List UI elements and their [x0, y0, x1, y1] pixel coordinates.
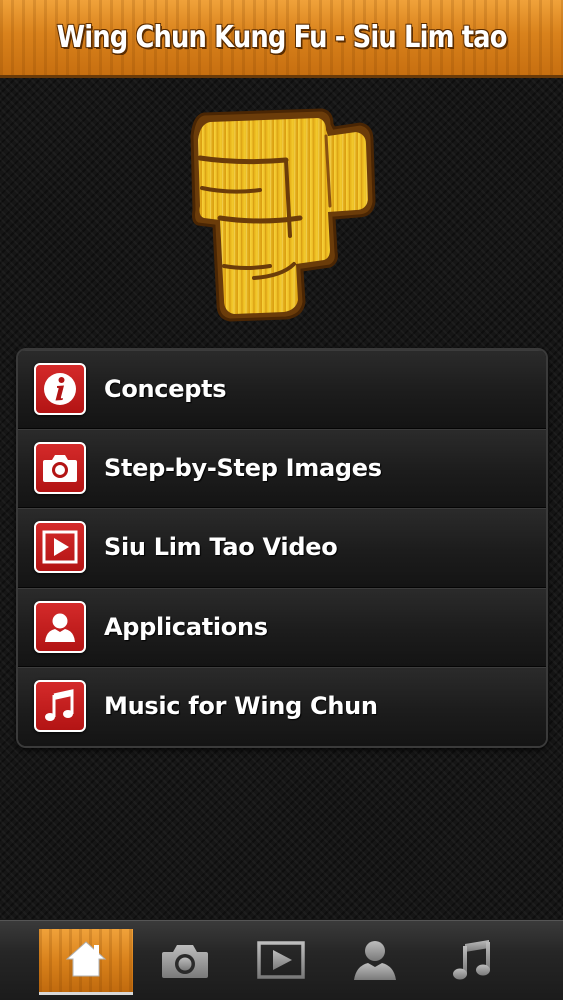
info-icon: [34, 363, 86, 416]
music-note-icon: [451, 938, 495, 986]
tab-images[interactable]: [138, 929, 232, 995]
bottom-tab-bar: [0, 920, 563, 1000]
menu-item-label: Concepts: [104, 375, 227, 404]
page-title: Wing Chun Kung Fu - Siu Lim tao: [56, 20, 508, 55]
app-header: Wing Chun Kung Fu - Siu Lim tao: [0, 0, 563, 78]
tab-applications[interactable]: [328, 929, 422, 995]
camera-icon: [160, 940, 210, 984]
fist-logo-icon: [190, 106, 380, 326]
video-play-icon: [34, 521, 86, 574]
music-note-icon: [34, 680, 86, 733]
tab-home[interactable]: [39, 929, 133, 995]
home-icon: [64, 939, 108, 983]
menu-item-label: Step-by-Step Images: [104, 454, 382, 483]
menu-item-music-for-wing-chun[interactable]: Music for Wing Chun: [18, 666, 546, 746]
menu-item-step-by-step-images[interactable]: Step-by-Step Images: [18, 429, 546, 509]
menu-item-siu-lim-tao-video[interactable]: Siu Lim Tao Video: [18, 508, 546, 588]
camera-icon: [34, 442, 86, 495]
menu-item-label: Music for Wing Chun: [104, 692, 378, 721]
main-menu: Concepts Step-by-Step Images Siu Lim Tao…: [16, 348, 548, 748]
menu-item-label: Siu Lim Tao Video: [104, 533, 338, 562]
menu-item-concepts[interactable]: Concepts: [18, 350, 546, 430]
tab-music[interactable]: [426, 929, 520, 995]
video-play-icon: [256, 940, 306, 984]
person-icon: [34, 600, 86, 653]
person-icon: [350, 938, 400, 986]
tab-video[interactable]: [234, 929, 328, 995]
menu-item-applications[interactable]: Applications: [18, 587, 546, 667]
menu-item-label: Applications: [104, 612, 268, 641]
